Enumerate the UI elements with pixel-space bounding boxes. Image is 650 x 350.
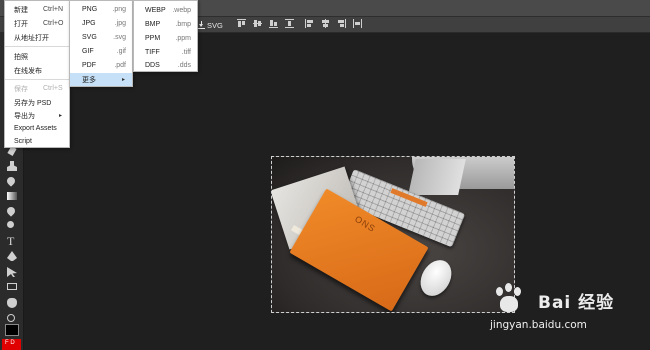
export-jpg[interactable]: JPG .jpg [70,17,132,30]
export-bmp[interactable]: BMP .bmp [134,18,197,31]
export-png[interactable]: PNG .png [70,3,132,16]
stamp-tool-icon[interactable] [7,161,17,171]
swatch-label: F D [5,340,15,346]
path-select-tool-icon[interactable] [7,267,17,277]
gradient-tool-icon[interactable] [7,192,17,200]
monitor-stand [408,159,466,195]
menu-item-export-assets[interactable]: Export Assets [5,122,69,135]
export-dds[interactable]: DDS .dds [134,59,197,72]
export-more[interactable]: 更多 ▸ [70,73,132,86]
rectangle-tool-icon[interactable] [7,283,17,290]
align-top-icon[interactable] [237,19,246,28]
menu-separator [5,79,69,80]
align-middle-icon[interactable] [253,19,262,28]
align-left-icon[interactable] [305,19,314,28]
download-icon [198,21,205,29]
submenu-arrow-icon: ▸ [58,113,62,119]
foreground-color-swatch[interactable] [5,324,19,336]
pen-tool-icon[interactable] [7,251,17,261]
zoom-tool-icon[interactable] [7,314,15,322]
export-svg-button[interactable]: SVG [198,19,223,31]
hand-tool-icon[interactable] [7,298,17,308]
distribute-horizontal-icon[interactable] [353,19,362,28]
watermark: Bai 经验 jingyan.baidu.com [490,283,620,333]
align-center-icon[interactable] [321,19,330,28]
dodge-tool-icon[interactable] [7,221,14,228]
watermark-url: jingyan.baidu.com [490,319,587,331]
export-svg-label: SVG [207,20,223,30]
menu-item-open-from-url[interactable]: 从地址打开 [5,31,69,44]
align-bottom-icon[interactable] [269,19,278,28]
menu-item-save-as-psd[interactable]: 另存为 PSD [5,96,69,109]
menu-item-save: 保存 Ctrl+S [14,85,63,93]
export-pdf[interactable]: PDF .pdf [70,59,132,72]
menu-item-open[interactable]: 打开 Ctrl+O [5,17,69,30]
canvas-image[interactable]: ONS [271,156,515,313]
menu-item-export-as[interactable]: 导出为 ▸ [5,109,69,122]
watermark-brand: Bai 经验 [538,293,615,313]
text-tool-icon[interactable]: T [7,235,17,247]
align-right-icon[interactable] [337,19,346,28]
export-ppm[interactable]: PPM .ppm [134,32,197,45]
more-formats-submenu: WEBP .webp BMP .bmp PPM .ppm TIFF .tiff DDS.… [133,0,198,72]
menu-item-take-photo[interactable]: 拍照 [5,50,69,63]
menu-separator [5,46,69,47]
export-gif[interactable]: GIF .gif [70,45,132,58]
distribute-vertical-icon[interactable] [285,19,294,28]
export-webp[interactable]: WEBP .webp [134,4,197,17]
blur-tool-icon[interactable] [5,205,17,217]
menu-item-new[interactable]: 新建 Ctrl+N [5,3,69,16]
file-menu: 新建 Ctrl+N 打开 Ctrl+O 从地址打开 拍照 在线发布 保存 Ctrl+S… [4,0,70,148]
export-svg[interactable]: SVG .svg [70,31,132,44]
submenu-arrow-icon: ▸ [121,77,125,83]
menu-item-script[interactable]: Script [5,135,69,148]
menu-item-publish-online[interactable]: 在线发布 [5,64,69,77]
paw-logo-icon [490,283,534,317]
export-tiff[interactable]: TIFF .tiff [134,46,197,59]
eraser-tool-icon[interactable] [5,175,17,187]
export-submenu: PNG .png JPG .jpg SVG .svg GIF .gif PDF .pdf … [69,0,133,87]
